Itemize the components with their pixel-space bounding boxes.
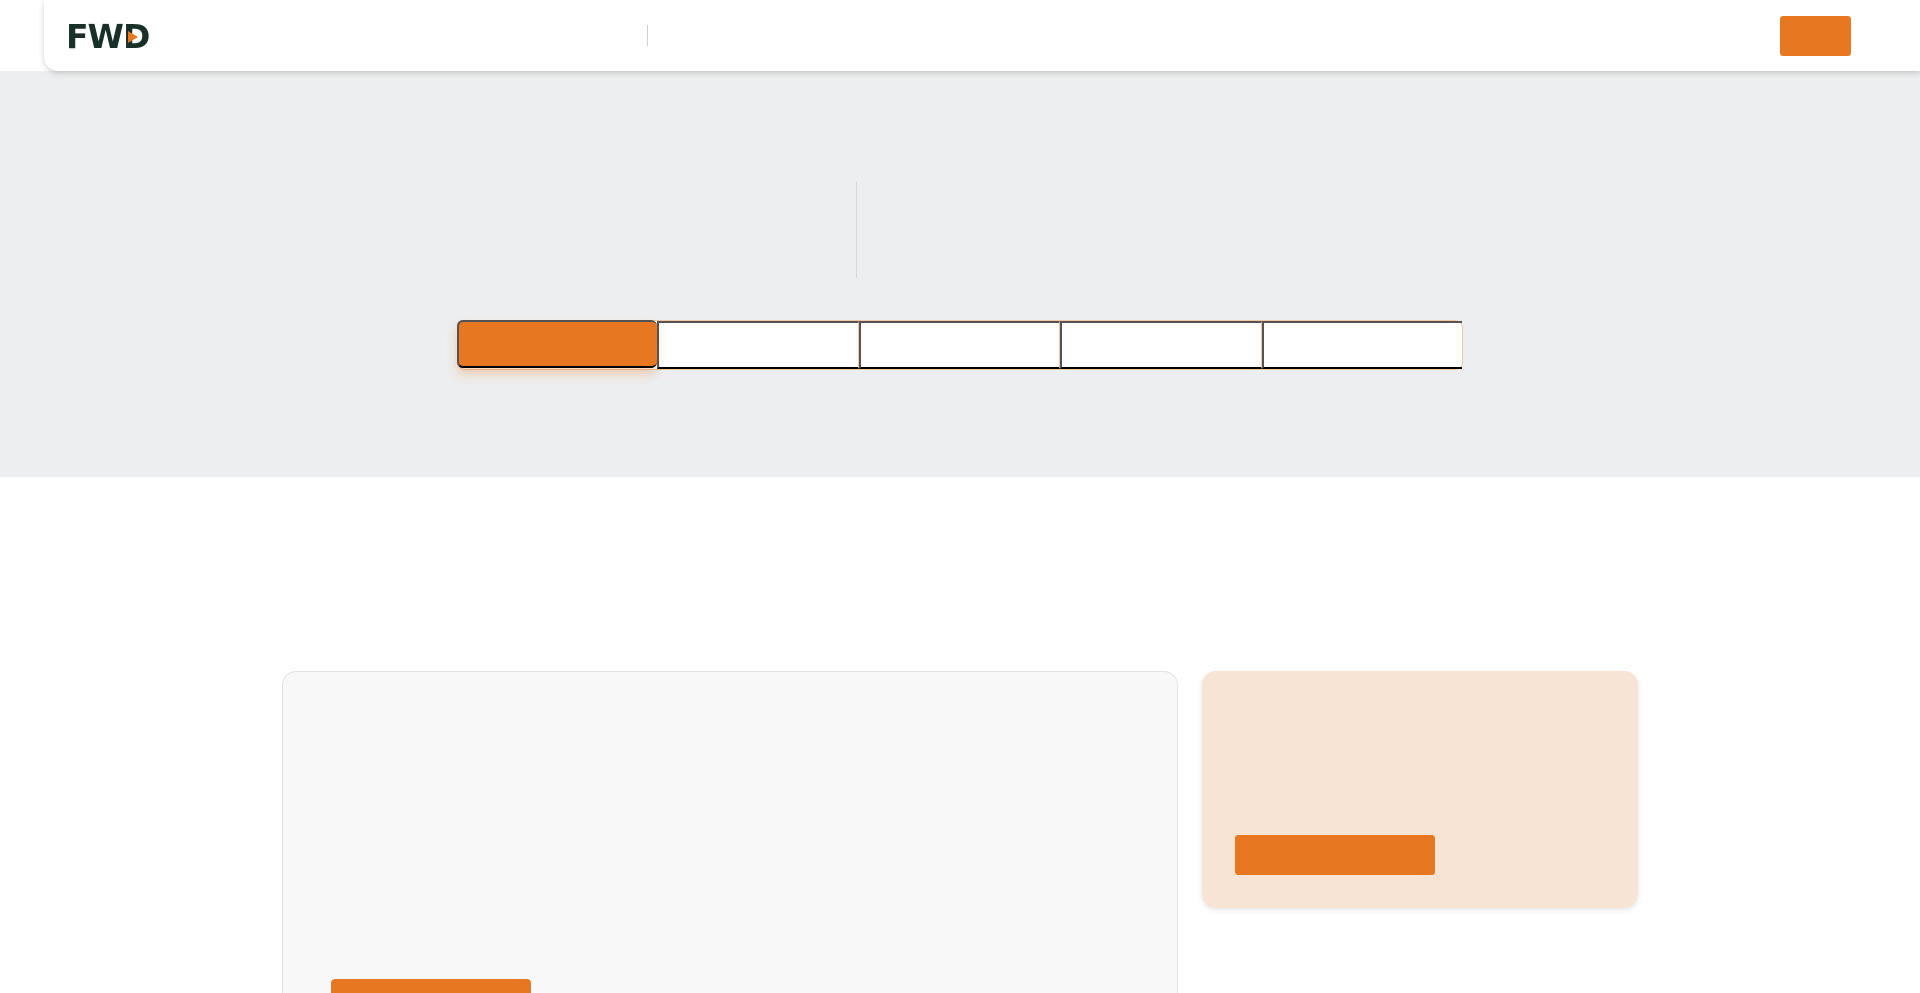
site-header: FWD <box>44 0 1920 71</box>
side-card-button[interactable] <box>1235 835 1435 875</box>
side-promo-card <box>1202 671 1638 908</box>
page: FWD <box>0 0 1920 993</box>
tab-2[interactable] <box>657 321 859 369</box>
category-tabs <box>457 320 1463 370</box>
header-divider <box>647 25 648 46</box>
fwd-logo[interactable]: FWD <box>66 20 156 54</box>
hero-section <box>0 71 1920 477</box>
tab-1[interactable] <box>457 320 658 368</box>
tab-3[interactable] <box>858 321 1061 369</box>
tab-5[interactable] <box>1261 321 1463 369</box>
header-cta-button[interactable] <box>1780 16 1851 56</box>
hero-divider <box>856 182 857 278</box>
main-content-card <box>282 671 1178 993</box>
main-card-button[interactable] <box>331 979 531 993</box>
logo-arrow-icon <box>128 31 138 43</box>
tab-4[interactable] <box>1060 321 1262 369</box>
